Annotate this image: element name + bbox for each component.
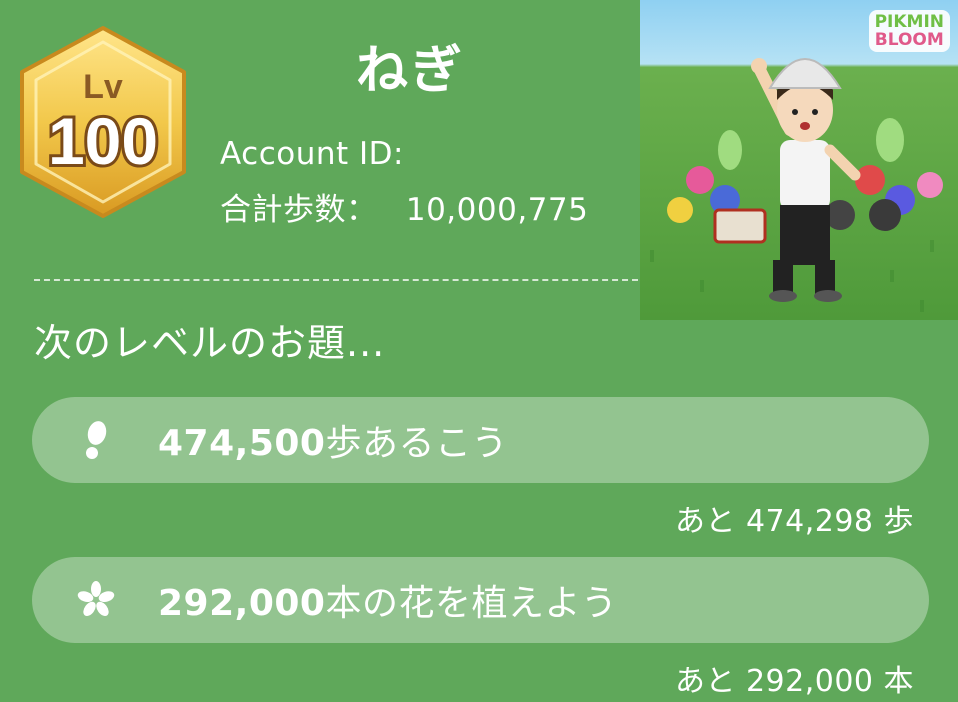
task-steps-remaining: あと 474,298 歩 bbox=[675, 496, 914, 540]
task-steps-text: 474,500歩あるこう bbox=[158, 414, 508, 466]
task-steps-amount: 474,500 bbox=[158, 423, 326, 464]
task-flowers-text: 292,000本の花を植えよう bbox=[158, 574, 617, 626]
task-flowers-amount: 292,000 bbox=[158, 583, 326, 624]
remaining-unit: 本 bbox=[883, 664, 914, 699]
mii-avatar bbox=[751, 58, 861, 302]
footprint-icon bbox=[68, 412, 124, 468]
logo-line2: BLOOM bbox=[874, 30, 944, 50]
total-steps-label: 合計歩数： bbox=[220, 192, 378, 228]
task-steps[interactable]: 474,500歩あるこう bbox=[32, 397, 929, 483]
level-value: 100 bbox=[48, 104, 158, 178]
avatar-photo: PIKMIN BLOOM bbox=[640, 0, 958, 320]
task-flowers-label: 本の花を植えよう bbox=[325, 583, 618, 624]
account-id-row: Account ID: bbox=[220, 136, 404, 172]
task-steps-label: 歩あるこう bbox=[325, 423, 508, 464]
divider bbox=[34, 279, 638, 281]
player-name: ねぎ bbox=[355, 41, 464, 101]
next-level-title: 次のレベルのお題... bbox=[34, 321, 386, 365]
remaining-unit: 歩 bbox=[883, 504, 914, 539]
task-flowers[interactable]: 292,000本の花を植えよう bbox=[32, 557, 929, 643]
level-badge: Lv 100 bbox=[14, 24, 192, 220]
remaining-value: 292,000 bbox=[745, 664, 874, 699]
task-flowers-remaining: あと 292,000 本 bbox=[675, 656, 914, 700]
account-id-label: Account ID: bbox=[220, 136, 404, 172]
total-steps-row: 合計歩数： 10,000,775 bbox=[220, 184, 588, 229]
total-steps-value: 10,000,775 bbox=[405, 192, 589, 228]
flower-icon bbox=[68, 572, 124, 628]
remaining-prefix: あと bbox=[674, 664, 736, 699]
remaining-prefix: あと bbox=[674, 504, 736, 539]
remaining-value: 474,298 bbox=[745, 504, 874, 539]
level-label: Lv bbox=[83, 68, 123, 106]
pikmin-bloom-logo: PIKMIN BLOOM bbox=[868, 10, 950, 52]
logo-line1: PIKMIN bbox=[874, 12, 944, 32]
